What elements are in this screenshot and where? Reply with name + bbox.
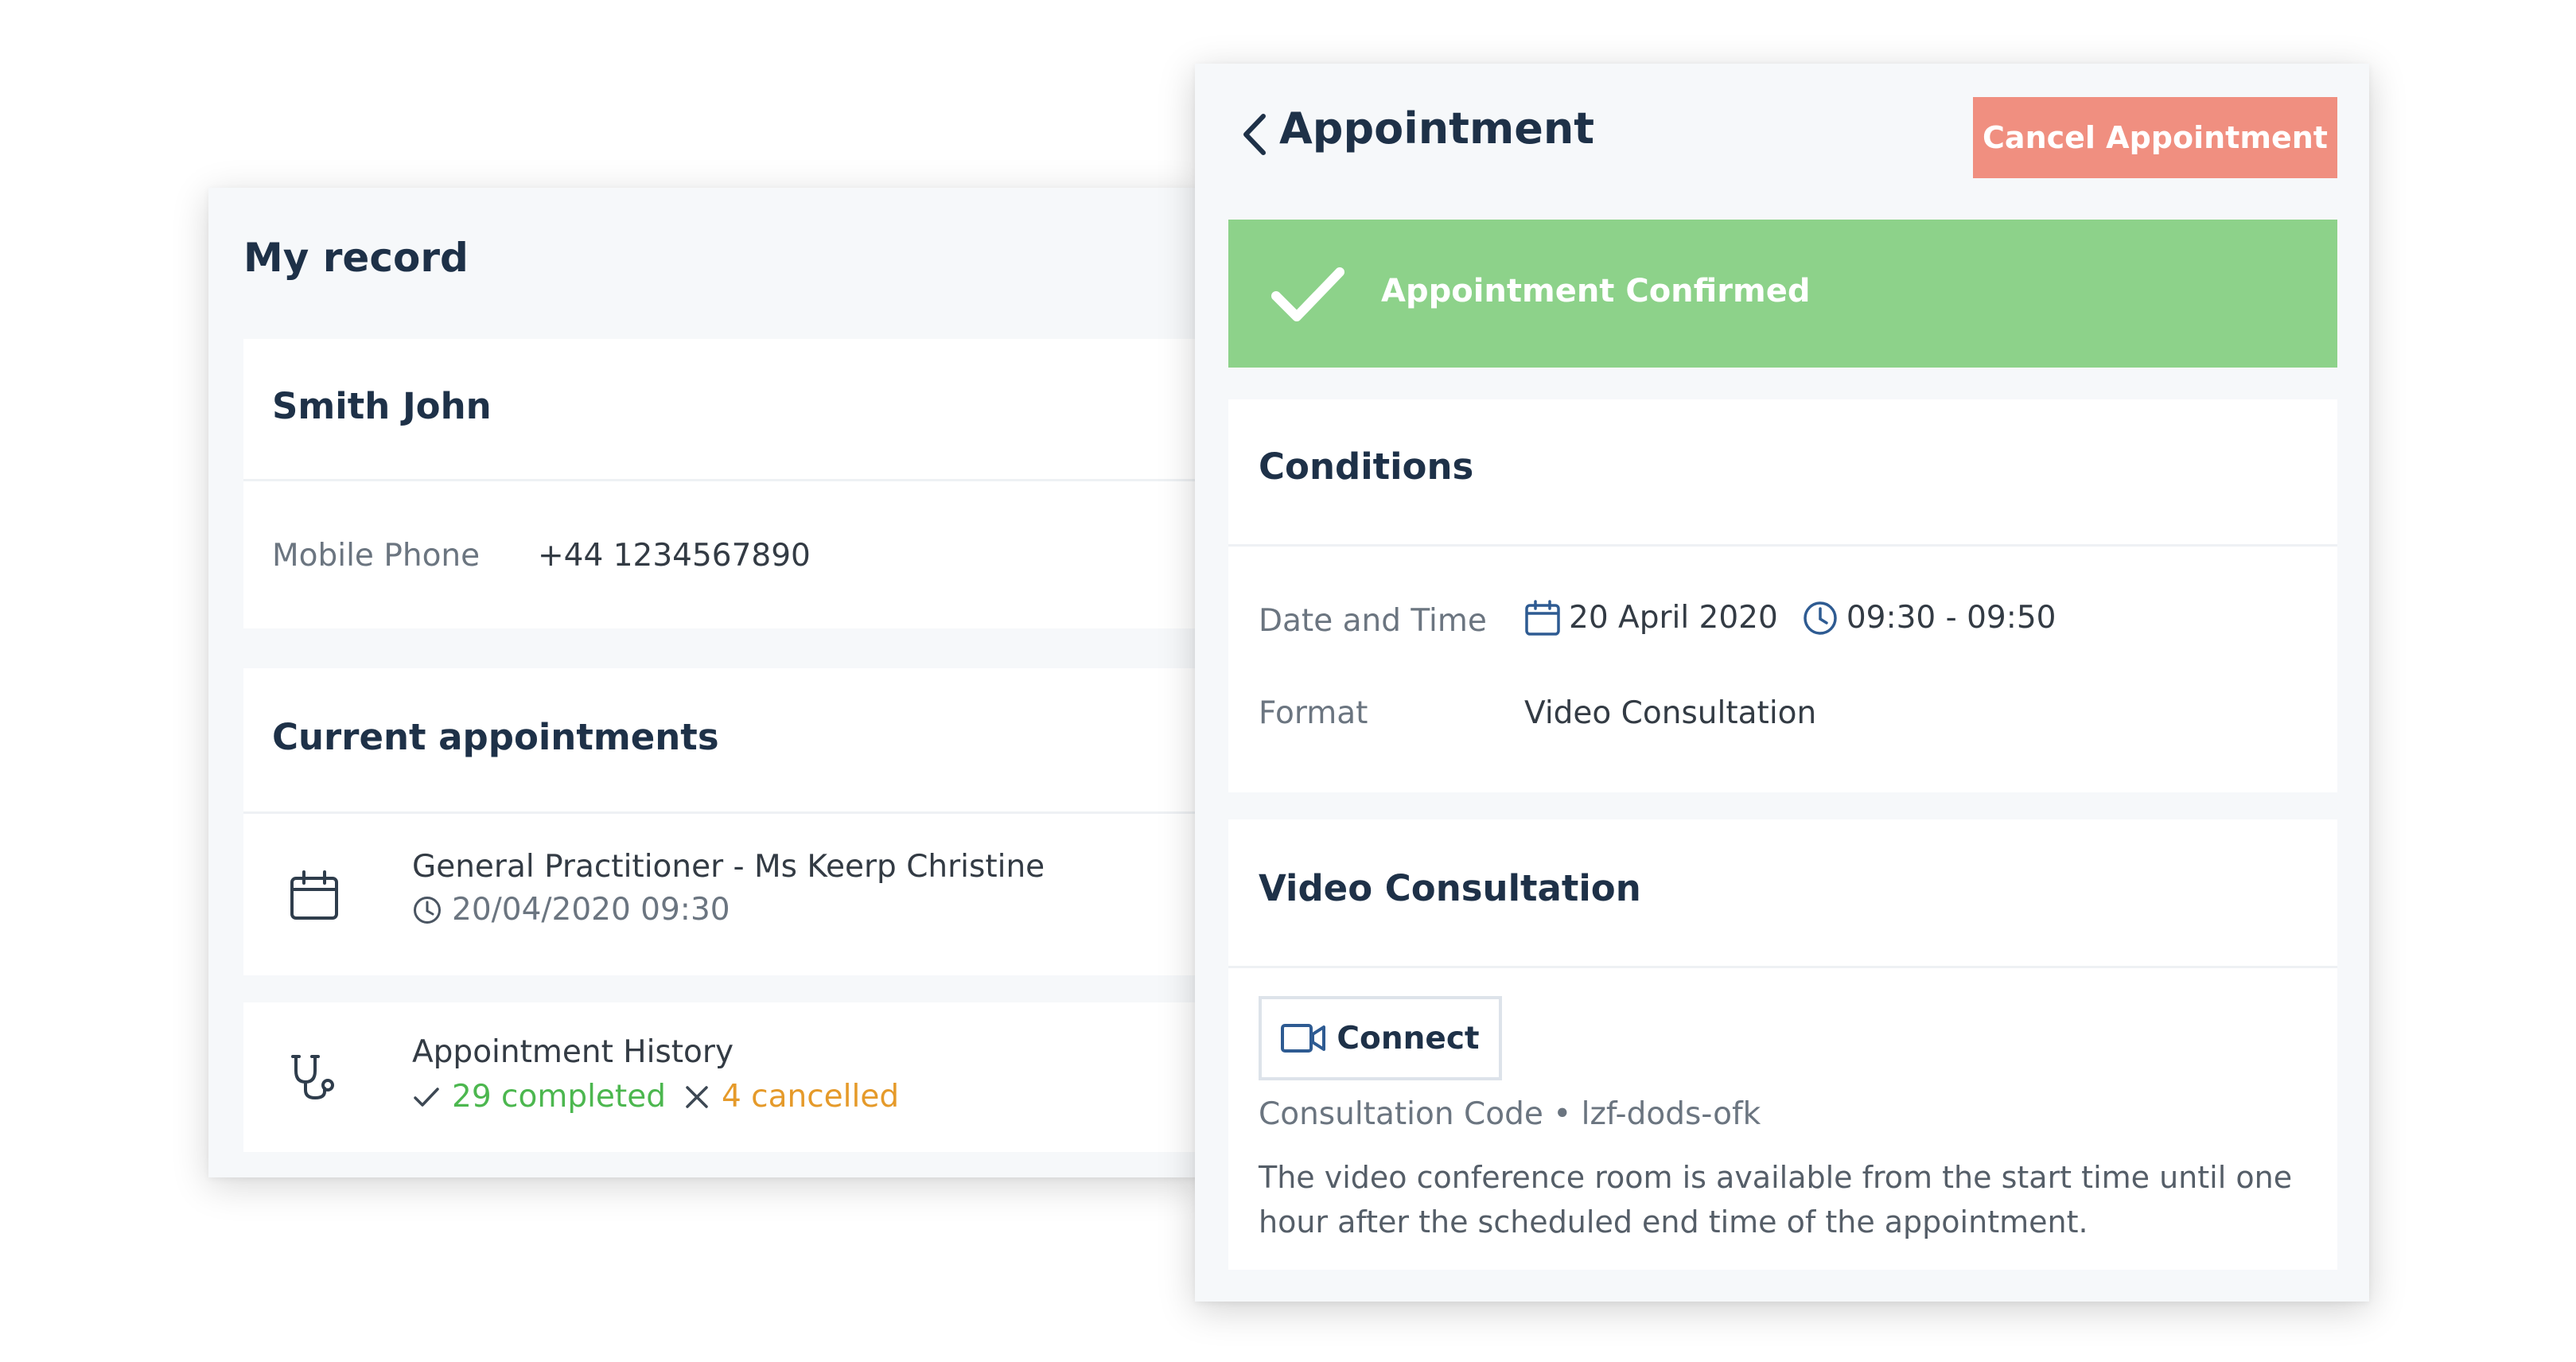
patient-name: Smith John [272, 385, 492, 427]
patient-card: Smith John Mobile Phone +44 1234567890 [243, 339, 1203, 628]
video-consultation-card: Video Consultation Connect Consultation … [1228, 819, 2337, 1270]
calendar-icon [290, 870, 338, 920]
appointment-title: General Practitioner - Ms Keerp Christin… [412, 849, 1045, 885]
cancel-appointment-button[interactable]: Cancel Appointment [1973, 97, 2337, 178]
conditions-card: Conditions Date and Time 20 April 2020 0… [1228, 399, 2337, 792]
current-appointments-heading: Current appointments [272, 716, 719, 758]
connect-button[interactable]: Connect [1259, 996, 1502, 1080]
phone-value: +44 1234567890 [538, 538, 811, 574]
date-time-label: Date and Time [1259, 603, 1487, 639]
completed-count: 29 completed [452, 1079, 666, 1115]
back-chevron-icon[interactable] [1236, 111, 1271, 158]
conditions-heading: Conditions [1259, 446, 1474, 488]
calendar-icon [1525, 600, 1560, 636]
divider [1228, 544, 2337, 547]
divider [1228, 966, 2337, 968]
my-record-panel: My record Smith John Mobile Phone +44 12… [208, 188, 1203, 1177]
connect-label: Connect [1337, 1020, 1480, 1057]
format-value: Video Consultation [1524, 695, 1817, 731]
cancelled-count: 4 cancelled [721, 1079, 900, 1115]
time-value: 09:30 - 09:50 [1846, 600, 2057, 636]
history-summary: 29 completed 4 cancelled [412, 1079, 899, 1116]
video-consultation-heading: Video Consultation [1259, 867, 1641, 909]
appointment-title: Appointment [1279, 103, 1595, 154]
cross-icon [686, 1086, 708, 1109]
check-icon [414, 1088, 439, 1107]
appointment-history-card[interactable]: Appointment History 29 completed 4 cance… [243, 1002, 1203, 1152]
date-time-value: 20 April 2020 09:30 - 09:50 [1524, 600, 2056, 637]
confirmation-banner: Appointment Confirmed [1228, 220, 2337, 368]
check-icon [1271, 267, 1344, 321]
date-value: 20 April 2020 [1569, 600, 1778, 636]
phone-label: Mobile Phone [272, 538, 481, 574]
video-camera-icon [1281, 1024, 1326, 1053]
appointment-datetime-row: 20/04/2020 09:30 [412, 892, 730, 929]
availability-note: The video conference room is available f… [1259, 1160, 2293, 1239]
appointment-list-item[interactable]: General Practitioner - Ms Keerp Christin… [243, 814, 1203, 975]
appointment-panel: Appointment Cancel Appointment Appointme… [1195, 64, 2369, 1302]
history-title: Appointment History [412, 1034, 734, 1070]
confirmation-text: Appointment Confirmed [1381, 273, 1811, 309]
clock-icon [414, 897, 441, 924]
format-label: Format [1259, 695, 1368, 731]
clock-icon [1804, 601, 1837, 636]
appointment-datetime: 20/04/2020 09:30 [452, 892, 730, 928]
stethoscope-icon [291, 1055, 334, 1100]
consultation-code: Consultation Code • lzf-dods-ofk [1259, 1096, 1761, 1132]
page-title: My record [243, 235, 469, 281]
current-appointments-card: Current appointments General Practitione… [243, 668, 1203, 975]
divider [243, 479, 1203, 481]
